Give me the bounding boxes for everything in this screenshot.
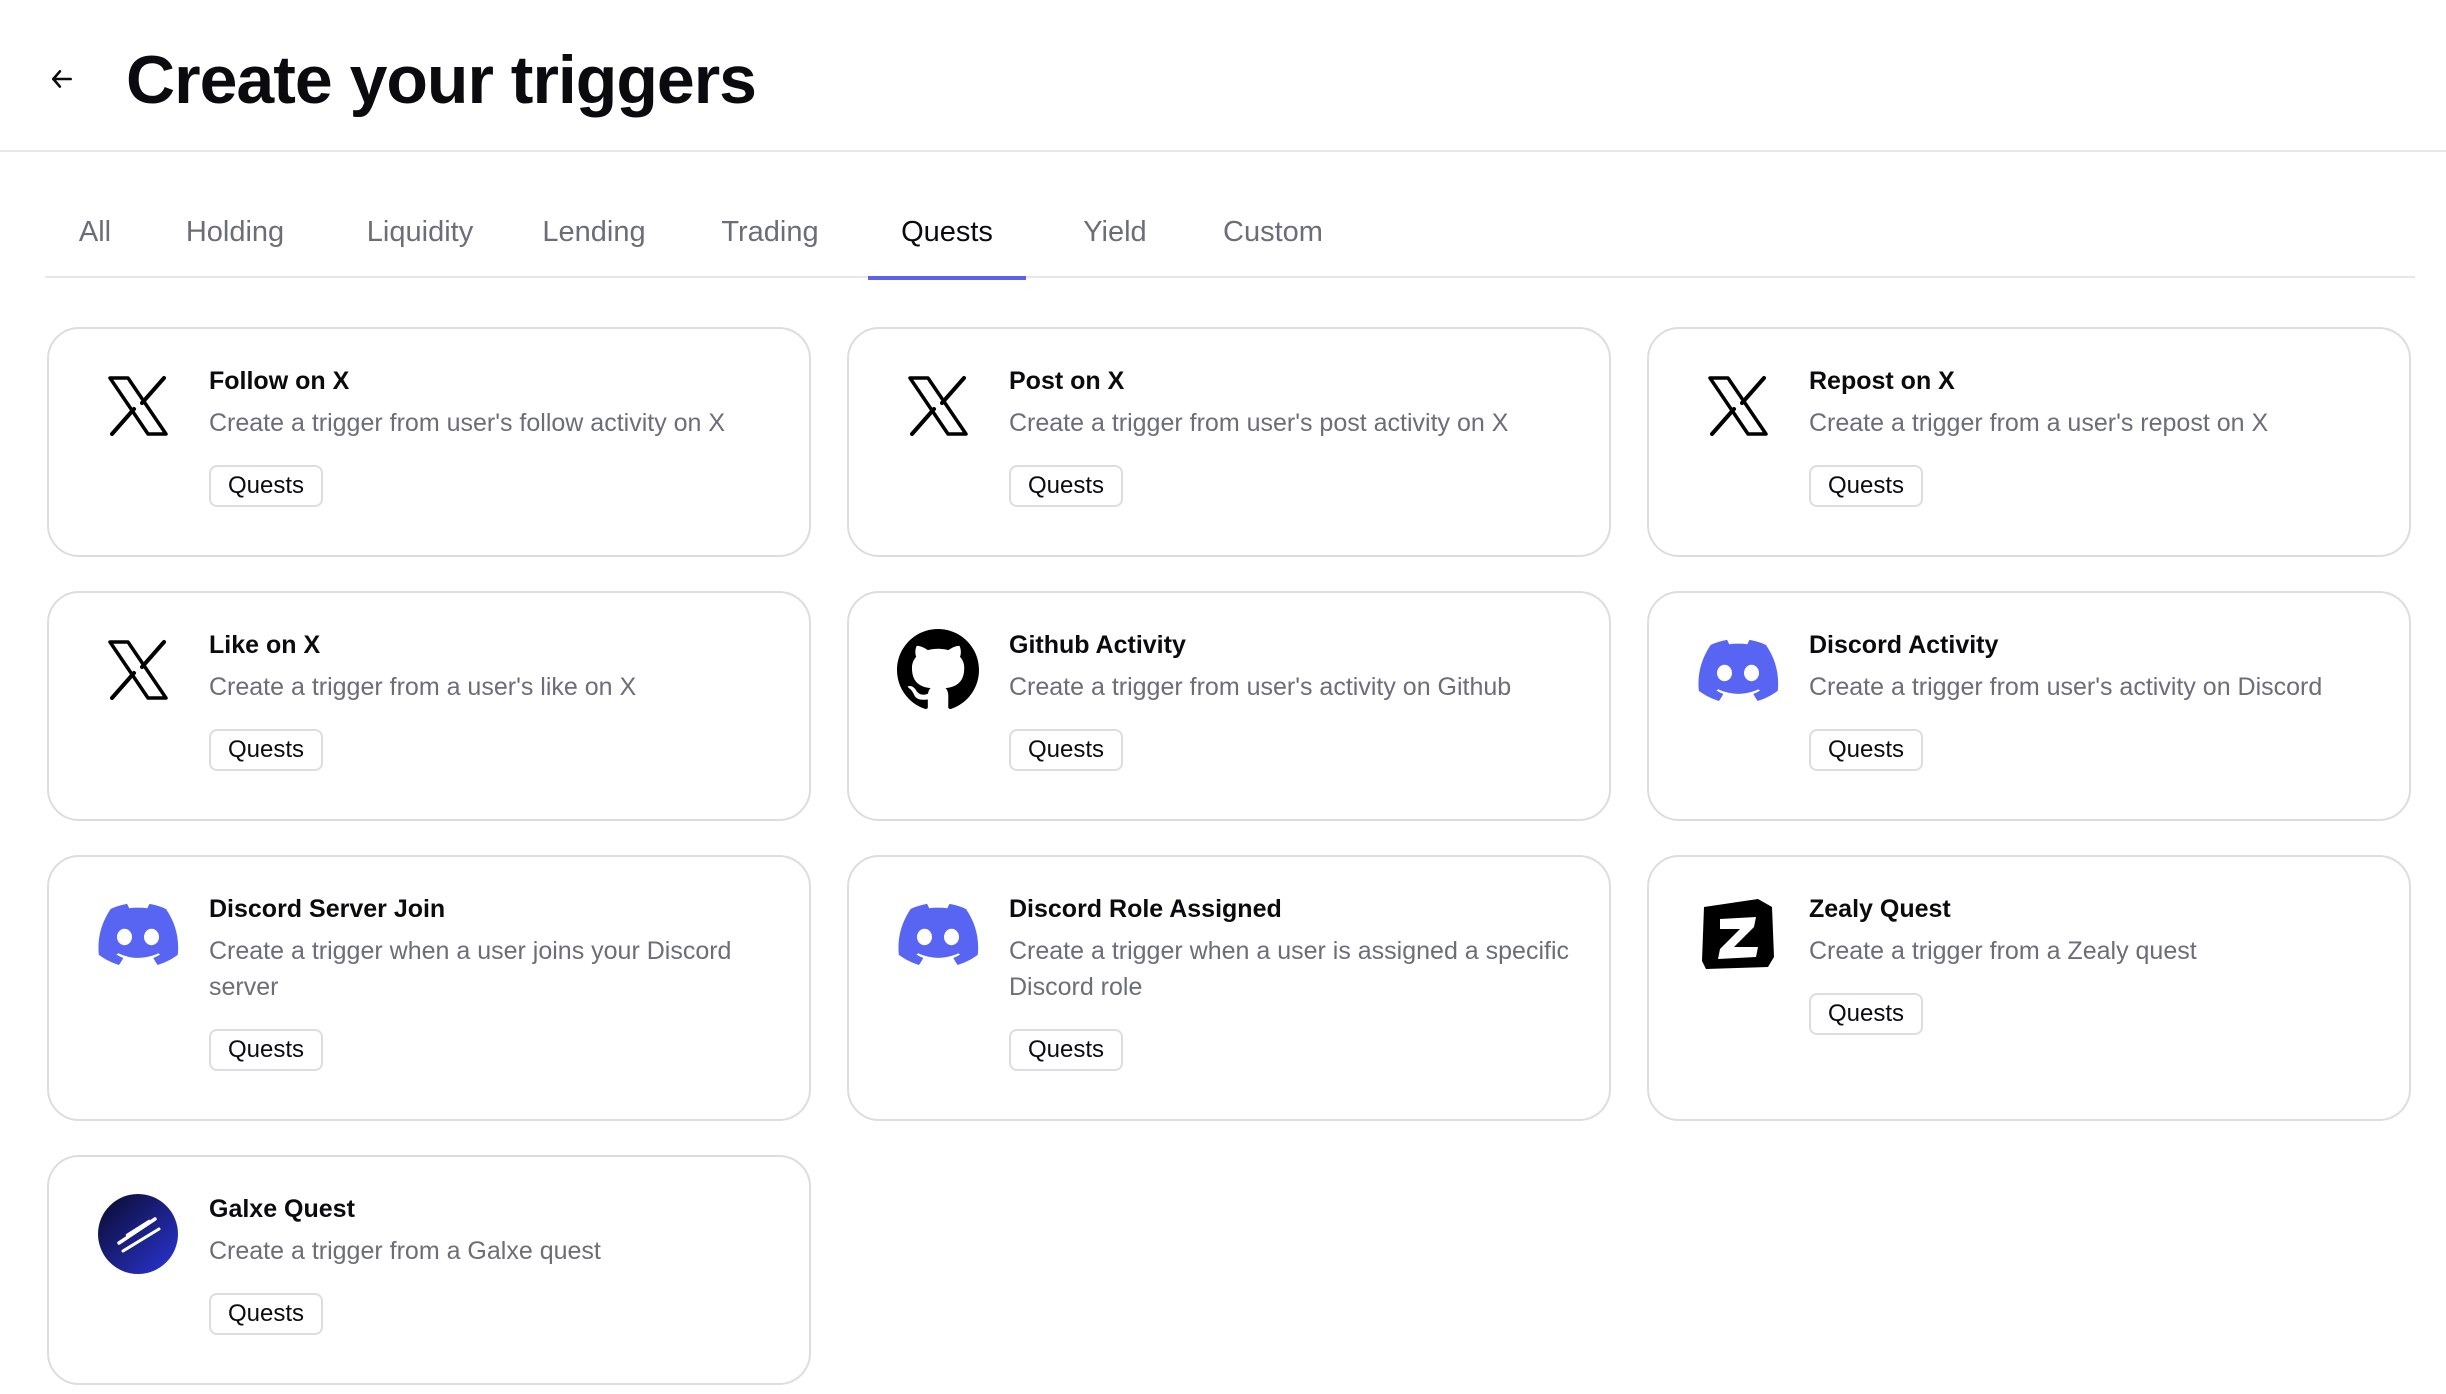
- galxe-logo-icon: [95, 1191, 181, 1277]
- category-badge: Quests: [1009, 465, 1124, 507]
- category-badge: Quests: [1009, 729, 1124, 771]
- trigger-card-discord-server-join[interactable]: Discord Server Join Create a trigger whe…: [47, 855, 811, 1121]
- tab-yield[interactable]: Yield: [1055, 196, 1175, 276]
- x-logo-icon: [1695, 363, 1781, 449]
- tab-quests[interactable]: Quests: [868, 196, 1026, 280]
- category-badge: Quests: [209, 729, 324, 771]
- card-description: Create a trigger from user's post activi…: [1009, 409, 1509, 437]
- card-title: Github Activity: [1009, 631, 1186, 659]
- x-logo-icon: [95, 627, 181, 713]
- category-badge: Quests: [209, 1029, 324, 1071]
- discord-logo-icon: [95, 891, 181, 977]
- page-title: Create your triggers: [126, 42, 757, 118]
- tab-custom[interactable]: Custom: [1195, 196, 1351, 276]
- page-header: Create your triggers: [0, 0, 2446, 152]
- trigger-card-zealy-quest[interactable]: Zealy Quest Create a trigger from a Zeal…: [1647, 855, 2411, 1121]
- discord-logo-icon: [895, 891, 981, 977]
- tab-liquidity[interactable]: Liquidity: [335, 196, 505, 276]
- card-description: Create a trigger from a Zealy quest: [1809, 937, 2197, 965]
- x-logo-icon: [895, 363, 981, 449]
- card-title: Galxe Quest: [209, 1195, 355, 1223]
- back-button[interactable]: [42, 59, 82, 99]
- category-tabs: All Holding Liquidity Lending Trading Qu…: [45, 196, 2415, 280]
- card-title: Discord Activity: [1809, 631, 1999, 659]
- trigger-card-github-activity[interactable]: Github Activity Create a trigger from us…: [847, 591, 1611, 821]
- trigger-card-post-on-x[interactable]: Post on X Create a trigger from user's p…: [847, 327, 1611, 557]
- card-title: Post on X: [1009, 367, 1125, 395]
- card-title: Discord Role Assigned: [1009, 895, 1282, 923]
- card-description: Create a trigger from user's follow acti…: [209, 409, 726, 437]
- category-badge: Quests: [1809, 993, 1924, 1035]
- card-description: Create a trigger from a Galxe quest: [209, 1237, 601, 1265]
- card-title: Zealy Quest: [1809, 895, 1951, 923]
- tab-trading[interactable]: Trading: [695, 196, 845, 276]
- category-badge: Quests: [1809, 729, 1924, 771]
- category-badge: Quests: [209, 1293, 324, 1335]
- github-logo-icon: [895, 627, 981, 713]
- x-logo-icon: [95, 363, 181, 449]
- trigger-card-follow-on-x[interactable]: Follow on X Create a trigger from user's…: [47, 327, 811, 557]
- trigger-card-discord-role-assigned[interactable]: Discord Role Assigned Create a trigger w…: [847, 855, 1611, 1121]
- card-title: Repost on X: [1809, 367, 1955, 395]
- trigger-card-like-on-x[interactable]: Like on X Create a trigger from a user's…: [47, 591, 811, 821]
- category-badge: Quests: [209, 465, 324, 507]
- card-title: Discord Server Join: [209, 895, 446, 923]
- card-title: Follow on X: [209, 367, 350, 395]
- trigger-card-discord-activity[interactable]: Discord Activity Create a trigger from u…: [1647, 591, 2411, 821]
- trigger-card-galxe-quest[interactable]: Galxe Quest Create a trigger from a Galx…: [47, 1155, 811, 1385]
- card-description: Create a trigger from a user's like on X: [209, 673, 637, 701]
- card-description: Create a trigger from user's activity on…: [1009, 673, 1512, 701]
- card-description: Create a trigger when a user joins your …: [209, 937, 732, 1001]
- tab-all[interactable]: All: [45, 196, 145, 276]
- card-description: Create a trigger from a user's repost on…: [1809, 409, 2269, 437]
- category-badge: Quests: [1009, 1029, 1124, 1071]
- card-title: Like on X: [209, 631, 321, 659]
- category-badge: Quests: [1809, 465, 1924, 507]
- tab-holding[interactable]: Holding: [159, 196, 311, 276]
- arrow-left-icon: [52, 70, 72, 88]
- zealy-logo-icon: [1695, 891, 1781, 977]
- card-description: Create a trigger when a user is assigned…: [1009, 937, 1570, 1001]
- discord-logo-icon: [1695, 627, 1781, 713]
- trigger-card-repost-on-x[interactable]: Repost on X Create a trigger from a user…: [1647, 327, 2411, 557]
- card-description: Create a trigger from user's activity on…: [1809, 673, 2323, 701]
- tab-lending[interactable]: Lending: [519, 196, 669, 276]
